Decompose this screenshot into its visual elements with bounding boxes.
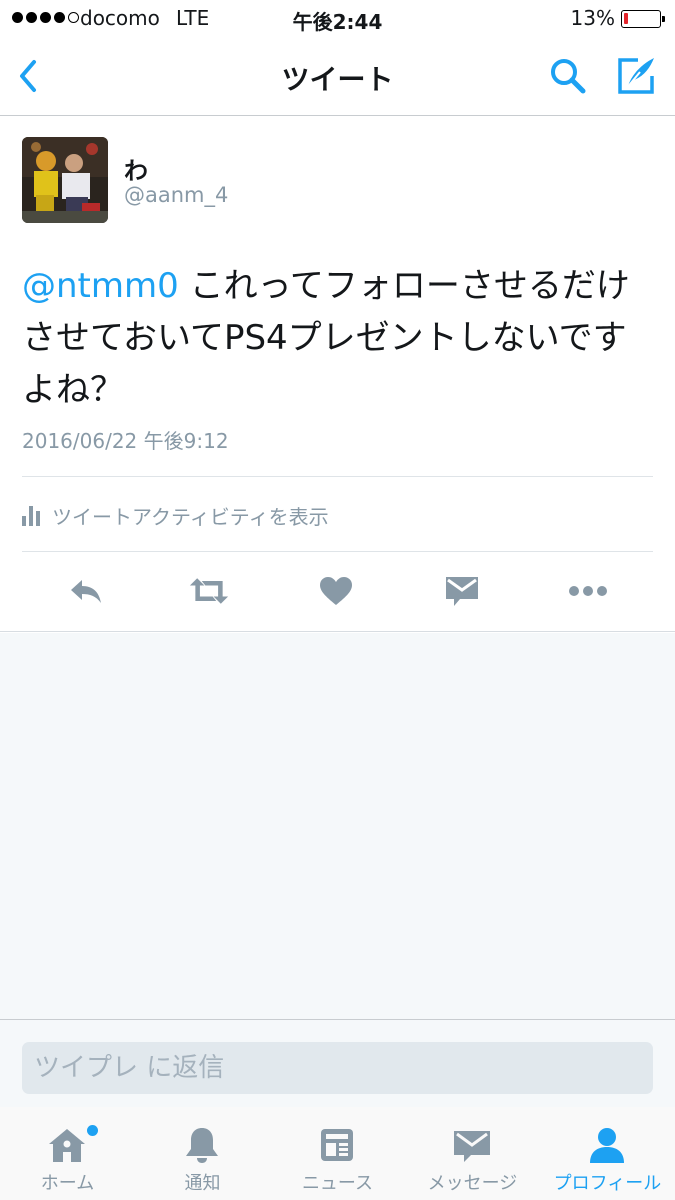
reply-button[interactable] [66,573,106,609]
news-icon [321,1129,353,1161]
retweet-icon [189,578,229,604]
battery-level-fill [624,13,628,24]
navigation-bar: ツイート [0,40,675,116]
mention-link[interactable]: @ntmm0 [22,266,179,306]
direct-message-button[interactable] [442,573,482,609]
reply-icon [71,580,101,603]
tweet-detail: わ @aanm_4 @ntmm0 これってフォローさせるだけさせておいてPS4プ… [0,117,675,632]
tab-notifications[interactable]: 通知 [135,1107,270,1200]
divider [22,476,653,477]
battery-percent: 13% [570,6,615,30]
tab-messages[interactable]: メッセージ [405,1107,540,1200]
tab-label: ニュース [301,1173,374,1194]
bar-chart-icon [22,505,42,526]
home-icon [49,1129,85,1162]
battery-icon [621,10,665,28]
avatar[interactable] [22,137,108,223]
search-button[interactable] [548,56,588,96]
tab-label: メッセージ [427,1173,518,1194]
display-name[interactable]: わ [124,151,148,186]
tweet-text: @ntmm0 これってフォローさせるだけさせておいてPS4プレゼントしないですよ… [22,260,652,416]
tweet-timestamp: 2016/06/22 午後9:12 [22,429,229,453]
reply-input[interactable] [22,1042,653,1094]
screen-name[interactable]: @aanm_4 [124,183,228,207]
person-icon [590,1128,624,1163]
like-icon [320,577,352,605]
tab-profile[interactable]: プロフィール [540,1107,675,1200]
tab-label: プロフィール [553,1173,662,1194]
bell-icon [186,1128,218,1163]
compose-tweet-button[interactable] [614,54,658,98]
tab-label: 通知 [184,1173,221,1194]
retweet-button[interactable] [189,573,229,609]
compose-icon [618,58,654,94]
tab-bar: ホーム 通知 ニュース メッセージ プロフィール [0,1107,675,1200]
more-icon [569,586,607,596]
more-button[interactable] [568,573,608,609]
status-bar: docomo LTE 午後2:44 13% [0,0,675,40]
tab-label: ホーム [40,1173,95,1194]
notification-dot [87,1125,98,1136]
activity-label: ツイートアクティビティを表示 [52,505,329,529]
direct-message-icon [446,577,478,606]
like-button[interactable] [316,573,356,609]
reply-bar [0,1019,675,1107]
tweet-activity-link[interactable]: ツイートアクティビティを表示 [22,501,329,530]
tab-home[interactable]: ホーム [0,1107,135,1200]
search-icon [551,59,586,94]
divider [22,551,653,552]
envelope-icon [454,1131,490,1162]
empty-content-area [0,633,675,1019]
tab-news[interactable]: ニュース [270,1107,405,1200]
